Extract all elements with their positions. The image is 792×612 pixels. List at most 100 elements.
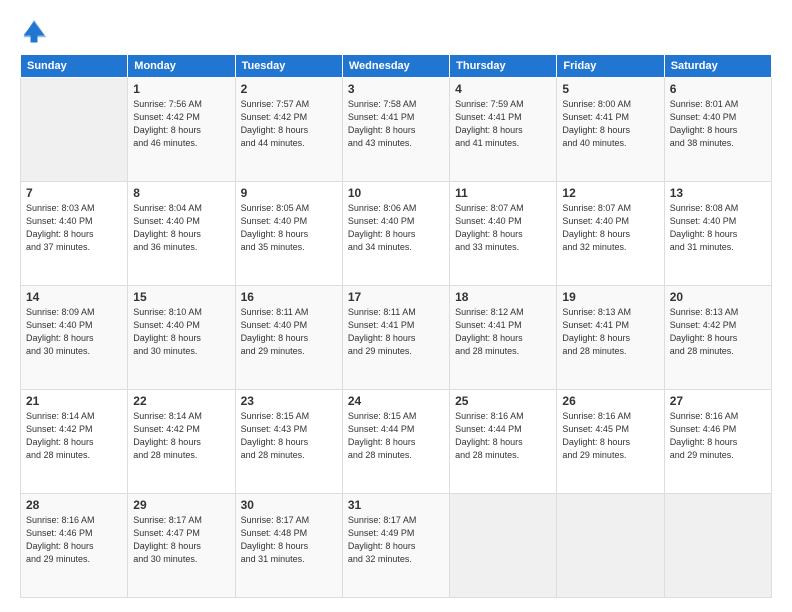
- day-header-sunday: Sunday: [21, 55, 128, 78]
- calendar-cell: [450, 494, 557, 598]
- day-info: Sunrise: 8:07 AMSunset: 4:40 PMDaylight:…: [562, 202, 658, 254]
- day-number: 28: [26, 498, 122, 512]
- calendar-cell: 15 Sunrise: 8:10 AMSunset: 4:40 PMDayligh…: [128, 286, 235, 390]
- calendar-cell: 2 Sunrise: 7:57 AMSunset: 4:42 PMDaylight…: [235, 78, 342, 182]
- day-info: Sunrise: 8:17 AMSunset: 4:49 PMDaylight:…: [348, 514, 444, 566]
- week-row-4: 21 Sunrise: 8:14 AMSunset: 4:42 PMDayligh…: [21, 390, 772, 494]
- calendar-cell: 26Sunrise: 8:16 AMSunset: 4:45 PMDayligh…: [557, 390, 664, 494]
- calendar-cell: 3 Sunrise: 7:58 AMSunset: 4:41 PMDaylight…: [342, 78, 449, 182]
- day-number: 20: [670, 290, 766, 304]
- calendar-cell: 28 Sunrise: 8:16 AMSunset: 4:46 PMDayligh…: [21, 494, 128, 598]
- calendar-cell: [21, 78, 128, 182]
- day-info: Sunrise: 8:10 AMSunset: 4:40 PMDaylight:…: [133, 306, 229, 358]
- calendar-cell: 21 Sunrise: 8:14 AMSunset: 4:42 PMDayligh…: [21, 390, 128, 494]
- calendar-cell: [664, 494, 771, 598]
- week-row-2: 7 Sunrise: 8:03 AMSunset: 4:40 PMDaylight…: [21, 182, 772, 286]
- day-info: Sunrise: 8:13 AMSunset: 4:42 PMDaylight:…: [670, 306, 766, 358]
- calendar-cell: 13Sunrise: 8:08 AMSunset: 4:40 PMDayligh…: [664, 182, 771, 286]
- day-number: 31: [348, 498, 444, 512]
- day-header-wednesday: Wednesday: [342, 55, 449, 78]
- day-number: 3: [348, 82, 444, 96]
- day-info: Sunrise: 8:00 AMSunset: 4:41 PMDaylight:…: [562, 98, 658, 150]
- day-number: 2: [241, 82, 337, 96]
- calendar-cell: 22 Sunrise: 8:14 AMSunset: 4:42 PMDayligh…: [128, 390, 235, 494]
- day-header-monday: Monday: [128, 55, 235, 78]
- day-info: Sunrise: 8:17 AMSunset: 4:47 PMDaylight:…: [133, 514, 229, 566]
- day-info: Sunrise: 8:14 AMSunset: 4:42 PMDaylight:…: [26, 410, 122, 462]
- day-number: 11: [455, 186, 551, 200]
- calendar-cell: 7 Sunrise: 8:03 AMSunset: 4:40 PMDaylight…: [21, 182, 128, 286]
- day-header-tuesday: Tuesday: [235, 55, 342, 78]
- calendar-cell: 18 Sunrise: 8:12 AMSunset: 4:41 PMDayligh…: [450, 286, 557, 390]
- calendar-cell: 12Sunrise: 8:07 AMSunset: 4:40 PMDayligh…: [557, 182, 664, 286]
- calendar-cell: 17Sunrise: 8:11 AMSunset: 4:41 PMDayligh…: [342, 286, 449, 390]
- day-info: Sunrise: 8:17 AMSunset: 4:48 PMDaylight:…: [241, 514, 337, 566]
- day-info: Sunrise: 8:03 AMSunset: 4:40 PMDaylight:…: [26, 202, 122, 254]
- day-number: 14: [26, 290, 122, 304]
- week-row-3: 14 Sunrise: 8:09 AMSunset: 4:40 PMDayligh…: [21, 286, 772, 390]
- day-info: Sunrise: 8:09 AMSunset: 4:40 PMDaylight:…: [26, 306, 122, 358]
- calendar-cell: 1Sunrise: 7:56 AMSunset: 4:42 PMDaylight…: [128, 78, 235, 182]
- day-number: 27: [670, 394, 766, 408]
- week-row-1: 1Sunrise: 7:56 AMSunset: 4:42 PMDaylight…: [21, 78, 772, 182]
- day-info: Sunrise: 8:16 AMSunset: 4:46 PMDaylight:…: [26, 514, 122, 566]
- calendar-cell: 29Sunrise: 8:17 AMSunset: 4:47 PMDayligh…: [128, 494, 235, 598]
- calendar-cell: 31 Sunrise: 8:17 AMSunset: 4:49 PMDayligh…: [342, 494, 449, 598]
- calendar-cell: 27 Sunrise: 8:16 AMSunset: 4:46 PMDayligh…: [664, 390, 771, 494]
- day-number: 17: [348, 290, 444, 304]
- calendar-cell: 16Sunrise: 8:11 AMSunset: 4:40 PMDayligh…: [235, 286, 342, 390]
- day-info: Sunrise: 8:04 AMSunset: 4:40 PMDaylight:…: [133, 202, 229, 254]
- calendar-cell: [557, 494, 664, 598]
- day-info: Sunrise: 7:57 AMSunset: 4:42 PMDaylight:…: [241, 98, 337, 150]
- day-number: 7: [26, 186, 122, 200]
- calendar-cell: 23 Sunrise: 8:15 AMSunset: 4:43 PMDayligh…: [235, 390, 342, 494]
- day-info: Sunrise: 7:59 AMSunset: 4:41 PMDaylight:…: [455, 98, 551, 150]
- day-number: 10: [348, 186, 444, 200]
- day-number: 6: [670, 82, 766, 96]
- day-number: 9: [241, 186, 337, 200]
- calendar-cell: 4 Sunrise: 7:59 AMSunset: 4:41 PMDaylight…: [450, 78, 557, 182]
- calendar-cell: 24 Sunrise: 8:15 AMSunset: 4:44 PMDayligh…: [342, 390, 449, 494]
- day-header-friday: Friday: [557, 55, 664, 78]
- logo: [20, 18, 52, 46]
- calendar-header: SundayMondayTuesdayWednesdayThursdayFrid…: [21, 55, 772, 78]
- header: [20, 18, 772, 46]
- calendar-cell: 5 Sunrise: 8:00 AMSunset: 4:41 PMDaylight…: [557, 78, 664, 182]
- day-number: 25: [455, 394, 551, 408]
- calendar-table: SundayMondayTuesdayWednesdayThursdayFrid…: [20, 54, 772, 598]
- day-info: Sunrise: 8:08 AMSunset: 4:40 PMDaylight:…: [670, 202, 766, 254]
- calendar-cell: 8 Sunrise: 8:04 AMSunset: 4:40 PMDaylight…: [128, 182, 235, 286]
- day-number: 24: [348, 394, 444, 408]
- calendar-body: 1Sunrise: 7:56 AMSunset: 4:42 PMDaylight…: [21, 78, 772, 598]
- day-info: Sunrise: 8:12 AMSunset: 4:41 PMDaylight:…: [455, 306, 551, 358]
- calendar-cell: 30 Sunrise: 8:17 AMSunset: 4:48 PMDayligh…: [235, 494, 342, 598]
- day-info: Sunrise: 8:15 AMSunset: 4:43 PMDaylight:…: [241, 410, 337, 462]
- day-number: 23: [241, 394, 337, 408]
- days-row: SundayMondayTuesdayWednesdayThursdayFrid…: [21, 55, 772, 78]
- day-info: Sunrise: 8:14 AMSunset: 4:42 PMDaylight:…: [133, 410, 229, 462]
- day-info: Sunrise: 8:15 AMSunset: 4:44 PMDaylight:…: [348, 410, 444, 462]
- day-info: Sunrise: 8:16 AMSunset: 4:44 PMDaylight:…: [455, 410, 551, 462]
- day-info: Sunrise: 7:58 AMSunset: 4:41 PMDaylight:…: [348, 98, 444, 150]
- week-row-5: 28 Sunrise: 8:16 AMSunset: 4:46 PMDayligh…: [21, 494, 772, 598]
- calendar-page: SundayMondayTuesdayWednesdayThursdayFrid…: [0, 0, 792, 612]
- day-number: 19: [562, 290, 658, 304]
- day-info: Sunrise: 8:11 AMSunset: 4:40 PMDaylight:…: [241, 306, 337, 358]
- day-header-saturday: Saturday: [664, 55, 771, 78]
- day-info: Sunrise: 7:56 AMSunset: 4:42 PMDaylight:…: [133, 98, 229, 150]
- day-info: Sunrise: 8:07 AMSunset: 4:40 PMDaylight:…: [455, 202, 551, 254]
- day-number: 30: [241, 498, 337, 512]
- day-info: Sunrise: 8:16 AMSunset: 4:46 PMDaylight:…: [670, 410, 766, 462]
- day-number: 21: [26, 394, 122, 408]
- day-number: 5: [562, 82, 658, 96]
- calendar-cell: 11 Sunrise: 8:07 AMSunset: 4:40 PMDayligh…: [450, 182, 557, 286]
- day-number: 26: [562, 394, 658, 408]
- day-info: Sunrise: 8:13 AMSunset: 4:41 PMDaylight:…: [562, 306, 658, 358]
- day-number: 8: [133, 186, 229, 200]
- logo-icon: [20, 18, 48, 46]
- day-number: 15: [133, 290, 229, 304]
- day-number: 22: [133, 394, 229, 408]
- day-number: 4: [455, 82, 551, 96]
- day-number: 18: [455, 290, 551, 304]
- day-info: Sunrise: 8:06 AMSunset: 4:40 PMDaylight:…: [348, 202, 444, 254]
